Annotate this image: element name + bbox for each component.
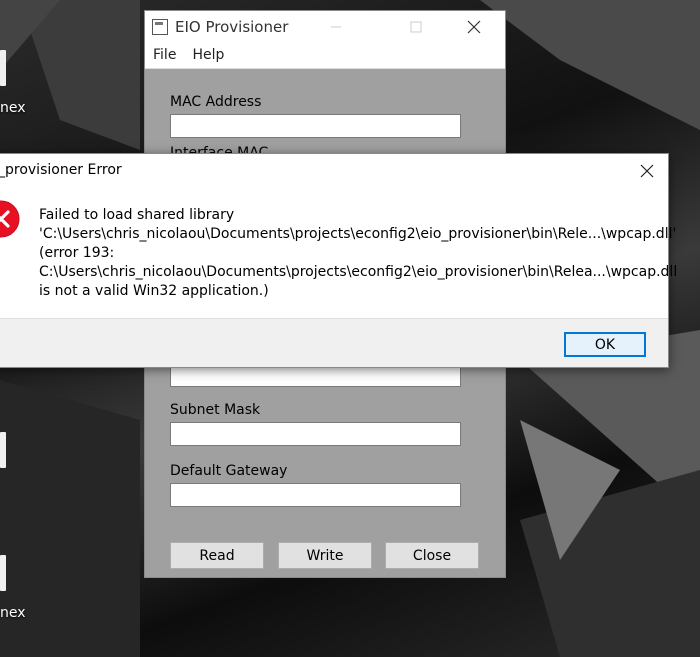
shortcut-label: nex [0,100,26,116]
maximize-icon [410,21,422,32]
desktop-shortcut[interactable]: nex [0,555,26,621]
title-bar[interactable]: EIO Provisioner [145,11,505,42]
minimize-icon [331,26,341,27]
desktop-shortcut[interactable] [0,432,22,468]
dialog-footer: OK [0,318,668,367]
app-icon [152,18,168,35]
subnet-mask-input[interactable] [170,422,461,446]
close-window-button[interactable] [451,11,497,42]
desktop-shortcut[interactable]: nex [0,50,26,116]
read-button[interactable]: Read [170,542,264,569]
shortcut-icon [0,432,6,468]
minimize-button[interactable] [313,11,359,42]
close-button[interactable]: Close [385,542,479,569]
menu-file[interactable]: File [145,47,184,63]
write-button[interactable]: Write [278,542,372,569]
error-icon [0,200,20,238]
error-dialog: _provisioner Error Failed to load shared… [0,153,678,368]
menu-bar: File Help [145,42,505,69]
dialog-close-button[interactable] [636,160,658,182]
default-gateway-label: Default Gateway [170,463,288,479]
close-icon [467,20,481,33]
shortcut-icon [0,555,6,591]
menu-help[interactable]: Help [184,47,232,63]
window-title: EIO Provisioner [175,17,289,36]
ok-button[interactable]: OK [564,332,646,357]
subnet-mask-label: Subnet Mask [170,402,261,418]
default-gateway-input[interactable] [170,483,461,507]
shortcut-icon [0,50,6,86]
mac-address-label: MAC Address [170,94,262,110]
mac-address-input[interactable] [170,114,461,138]
error-message: Failed to load shared library 'C:\Users\… [39,207,678,299]
close-icon [640,164,654,178]
maximize-button[interactable] [393,11,439,42]
shortcut-label: nex [0,605,26,621]
dialog-title: _provisioner Error [0,162,122,178]
